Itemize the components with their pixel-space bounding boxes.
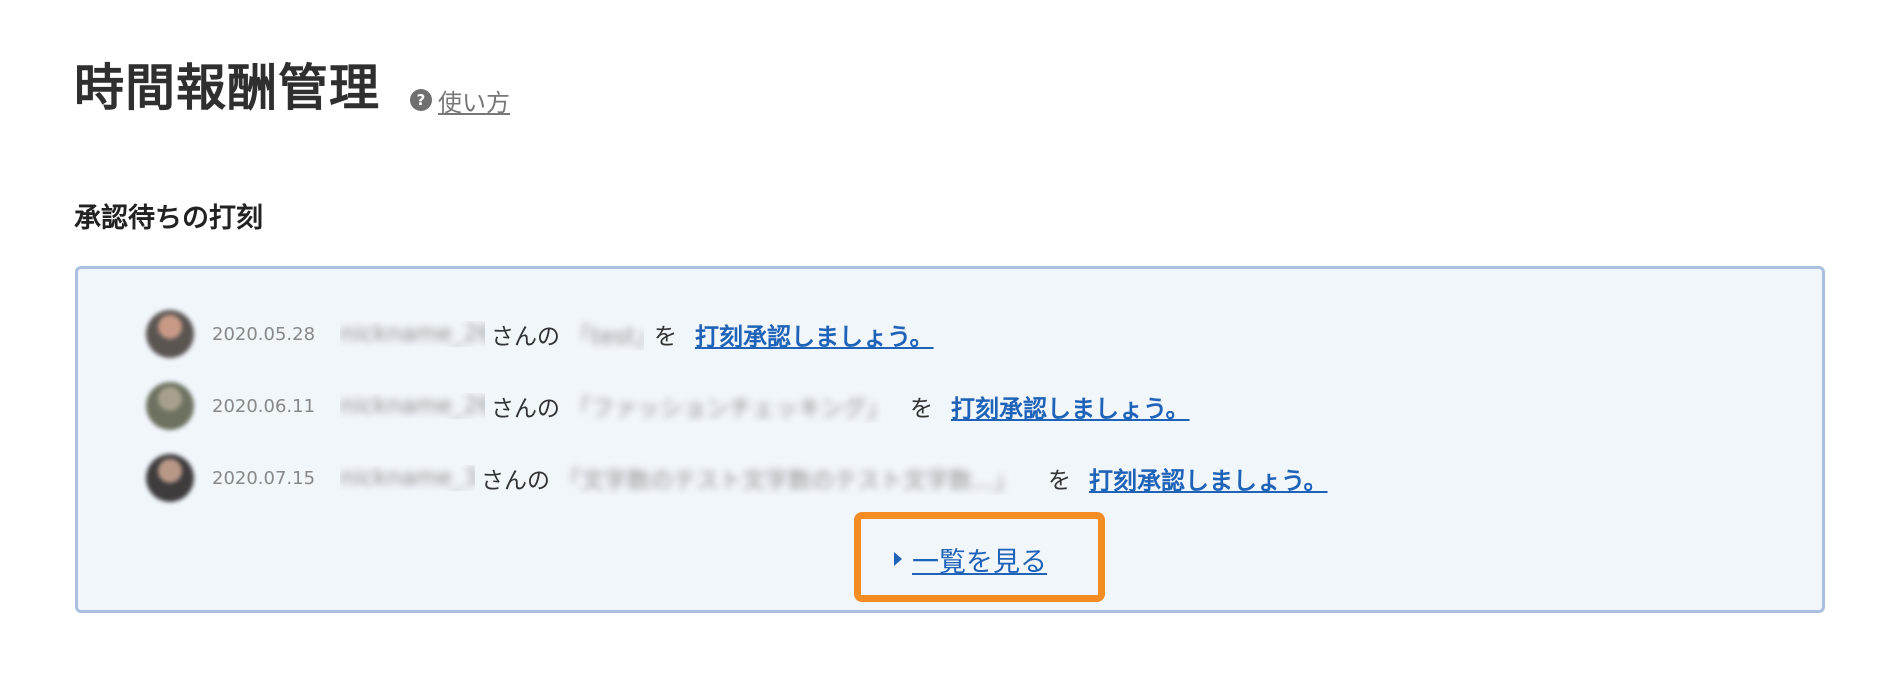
- wo-text: を: [654, 324, 677, 350]
- avatar: [146, 310, 194, 358]
- approve-stamp-link[interactable]: 打刻承認しましょう。: [951, 389, 1190, 424]
- nickname-blurred: nickname_3: [340, 465, 475, 491]
- san-no-text: さんの: [481, 468, 550, 494]
- avatar: [146, 382, 194, 430]
- wo-text: を: [910, 396, 933, 422]
- pending-stamp-row: 2020.07.15 nickname_3 さんの 「文字数のテスト文字数のテス…: [146, 452, 1328, 504]
- stamp-date: 2020.07.15: [212, 467, 316, 489]
- san-no-text: さんの: [491, 396, 560, 422]
- pending-stamp-row: 2020.06.11 nickname_26 さんの 「ファッションチェッキング…: [146, 380, 1190, 432]
- view-all-label: 一覧を見る: [912, 546, 1047, 578]
- nickname-blurred: nickname_26: [340, 393, 485, 419]
- pending-stamps-title: 承認待ちの打刻: [74, 203, 263, 234]
- item-name-blurred: 「ファッションチェッキング」: [568, 396, 890, 422]
- stamp-date: 2020.05.28: [212, 323, 316, 345]
- approve-stamp-link[interactable]: 打刻承認しましょう。: [1089, 461, 1328, 496]
- triangle-right-icon: [894, 552, 902, 566]
- pending-stamp-row: 2020.05.28 nickname_26 さんの 「test」 を 打刻承認…: [146, 308, 934, 360]
- wo-text: を: [1048, 468, 1071, 494]
- help-link-label: 使い方: [438, 88, 510, 117]
- san-no-text: さんの: [491, 324, 560, 350]
- question-circle-icon: ?: [410, 89, 432, 111]
- help-link[interactable]: ? 使い方: [410, 83, 510, 118]
- item-name-blurred: 「test」: [568, 324, 644, 350]
- page-header: 時間報酬管理 ? 使い方: [74, 48, 510, 120]
- view-all-link[interactable]: 一覧を見る: [894, 540, 1047, 579]
- approve-stamp-link[interactable]: 打刻承認しましょう。: [695, 317, 934, 352]
- pending-stamps-panel: 2020.05.28 nickname_26 さんの 「test」 を 打刻承認…: [75, 266, 1825, 613]
- avatar: [146, 454, 194, 502]
- nickname-blurred: nickname_26: [340, 321, 485, 347]
- page-title: 時間報酬管理: [74, 59, 380, 117]
- time-reward-management-page: 時間報酬管理 ? 使い方 承認待ちの打刻 2020.05.28 nickname…: [0, 0, 1900, 687]
- view-all-highlight: 一覧を見る: [854, 512, 1105, 602]
- stamp-date: 2020.06.11: [212, 395, 316, 417]
- item-name-blurred: 「文字数のテスト文字数のテスト文字数...」: [558, 468, 1017, 494]
